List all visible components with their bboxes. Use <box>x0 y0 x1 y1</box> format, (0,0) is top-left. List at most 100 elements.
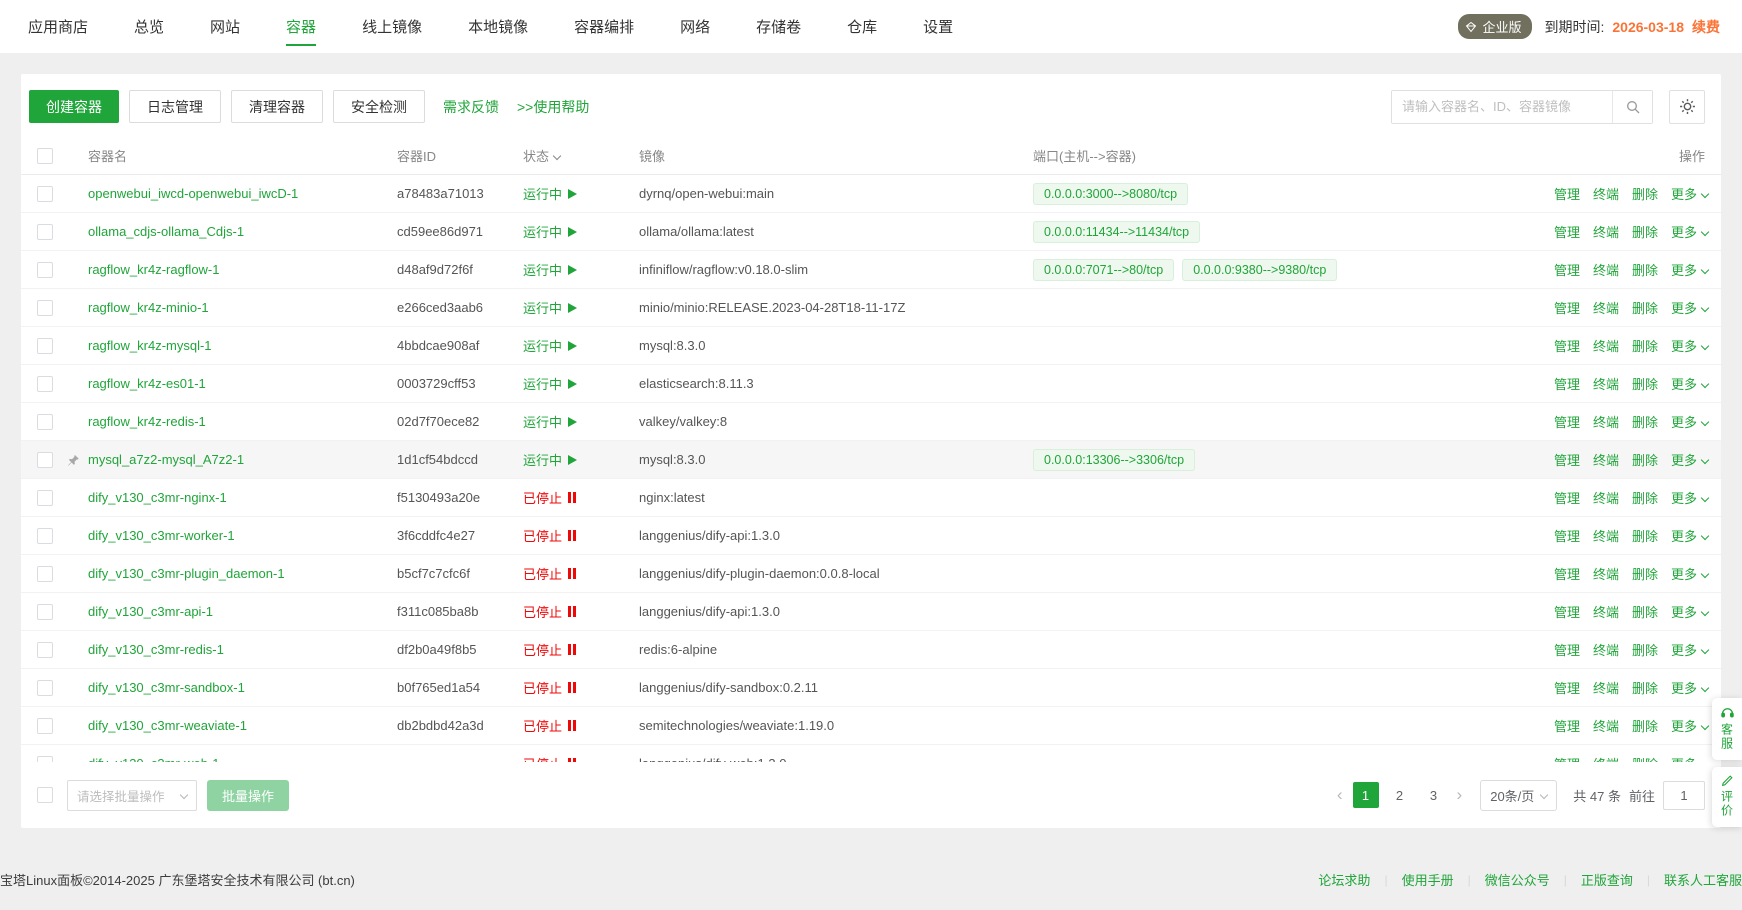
page-size-select[interactable]: 20条/页 <box>1480 780 1557 811</box>
manage-link[interactable]: 管理 <box>1554 754 1580 762</box>
row-checkbox[interactable] <box>37 528 53 544</box>
status-badge[interactable]: 运行中 <box>523 222 577 241</box>
row-checkbox[interactable] <box>37 376 53 392</box>
row-checkbox[interactable] <box>37 642 53 658</box>
renew-link[interactable]: 续费 <box>1692 17 1720 37</box>
security-check-button[interactable]: 安全检测 <box>333 90 425 123</box>
review-widget[interactable]: 评价 <box>1712 767 1742 827</box>
manage-link[interactable]: 管理 <box>1554 640 1580 659</box>
terminal-link[interactable]: 终端 <box>1593 412 1619 431</box>
manage-link[interactable]: 管理 <box>1554 678 1580 697</box>
terminal-link[interactable]: 终端 <box>1593 298 1619 317</box>
status-badge[interactable]: 运行中 <box>523 412 577 431</box>
container-name-link[interactable]: dify_v130_c3mr-plugin_daemon-1 <box>88 566 285 581</box>
container-name-link[interactable]: dify_v130_c3mr-api-1 <box>88 604 213 619</box>
terminal-link[interactable]: 终端 <box>1593 678 1619 697</box>
container-name-link[interactable]: dify_v130_c3mr-redis-1 <box>88 642 224 657</box>
more-link[interactable]: 更多 <box>1671 450 1708 469</box>
terminal-link[interactable]: 终端 <box>1593 336 1619 355</box>
more-link[interactable]: 更多 <box>1671 678 1708 697</box>
nav-tab-3[interactable]: 网站 <box>210 0 240 53</box>
more-link[interactable]: 更多 <box>1671 298 1708 317</box>
row-checkbox[interactable] <box>37 756 53 762</box>
delete-link[interactable]: 删除 <box>1632 412 1658 431</box>
terminal-link[interactable]: 终端 <box>1593 488 1619 507</box>
status-badge[interactable]: 运行中 <box>523 336 577 355</box>
batch-action-button[interactable]: 批量操作 <box>207 780 289 811</box>
nav-tab-8[interactable]: 网络 <box>680 0 710 53</box>
row-checkbox[interactable] <box>37 566 53 582</box>
terminal-link[interactable]: 终端 <box>1593 526 1619 545</box>
row-checkbox[interactable] <box>37 718 53 734</box>
row-checkbox[interactable] <box>37 262 53 278</box>
container-name-link[interactable]: dify_v130_c3mr-web-1 <box>88 756 220 762</box>
container-name-link[interactable]: mysql_a7z2-mysql_A7z2-1 <box>88 452 244 467</box>
delete-link[interactable]: 删除 <box>1632 374 1658 393</box>
manage-link[interactable]: 管理 <box>1554 488 1580 507</box>
container-name-link[interactable]: ragflow_kr4z-minio-1 <box>88 300 209 315</box>
delete-link[interactable]: 删除 <box>1632 260 1658 279</box>
row-checkbox[interactable] <box>37 490 53 506</box>
nav-tab-1[interactable]: 应用商店 <box>28 0 88 53</box>
status-badge[interactable]: 已停止 <box>523 754 576 762</box>
more-link[interactable]: 更多 <box>1671 184 1708 203</box>
goto-page-input[interactable] <box>1663 781 1705 810</box>
license-badge[interactable]: 企业版 <box>1458 14 1532 39</box>
row-checkbox[interactable] <box>37 300 53 316</box>
row-checkbox[interactable] <box>37 224 53 240</box>
row-checkbox[interactable] <box>37 414 53 430</box>
status-badge[interactable]: 已停止 <box>523 640 576 659</box>
delete-link[interactable]: 删除 <box>1632 602 1658 621</box>
row-checkbox[interactable] <box>37 452 53 468</box>
next-page-button[interactable]: › <box>1453 785 1467 805</box>
delete-link[interactable]: 删除 <box>1632 222 1658 241</box>
manage-link[interactable]: 管理 <box>1554 526 1580 545</box>
delete-link[interactable]: 删除 <box>1632 716 1658 735</box>
batch-action-select[interactable]: 请选择批量操作 <box>67 780 197 811</box>
nav-tab-11[interactable]: 设置 <box>923 0 953 53</box>
more-link[interactable]: 更多 <box>1671 602 1708 621</box>
search-input[interactable] <box>1392 91 1612 123</box>
row-checkbox[interactable] <box>37 680 53 696</box>
manage-link[interactable]: 管理 <box>1554 184 1580 203</box>
nav-tab-4[interactable]: 容器 <box>286 0 316 53</box>
delete-link[interactable]: 删除 <box>1632 564 1658 583</box>
status-badge[interactable]: 已停止 <box>523 564 576 583</box>
delete-link[interactable]: 删除 <box>1632 336 1658 355</box>
row-checkbox[interactable] <box>37 338 53 354</box>
container-name-link[interactable]: dify_v130_c3mr-sandbox-1 <box>88 680 245 695</box>
manage-link[interactable]: 管理 <box>1554 412 1580 431</box>
manage-link[interactable]: 管理 <box>1554 222 1580 241</box>
status-badge[interactable]: 已停止 <box>523 602 576 621</box>
delete-link[interactable]: 删除 <box>1632 754 1658 762</box>
manage-link[interactable]: 管理 <box>1554 260 1580 279</box>
terminal-link[interactable]: 终端 <box>1593 222 1619 241</box>
status-badge[interactable]: 运行中 <box>523 298 577 317</box>
terminal-link[interactable]: 终端 <box>1593 374 1619 393</box>
terminal-link[interactable]: 终端 <box>1593 716 1619 735</box>
status-badge[interactable]: 已停止 <box>523 526 576 545</box>
terminal-link[interactable]: 终端 <box>1593 564 1619 583</box>
footer-link-3[interactable]: 微信公众号 <box>1485 870 1550 889</box>
status-badge[interactable]: 运行中 <box>523 260 577 279</box>
create-container-button[interactable]: 创建容器 <box>29 90 119 123</box>
footer-link-2[interactable]: 使用手册 <box>1402 870 1454 889</box>
delete-link[interactable]: 删除 <box>1632 298 1658 317</box>
terminal-link[interactable]: 终端 <box>1593 184 1619 203</box>
search-button[interactable] <box>1612 91 1652 123</box>
more-link[interactable]: 更多 <box>1671 374 1708 393</box>
manage-link[interactable]: 管理 <box>1554 716 1580 735</box>
footer-link-5[interactable]: 联系人工客服 <box>1664 870 1742 889</box>
container-name-link[interactable]: ollama_cdjs-ollama_Cdjs-1 <box>88 224 244 239</box>
row-checkbox[interactable] <box>37 604 53 620</box>
row-checkbox[interactable] <box>37 186 53 202</box>
batch-select-all-checkbox[interactable] <box>37 787 53 803</box>
footer-link-1[interactable]: 论坛求助 <box>1318 870 1370 889</box>
manage-link[interactable]: 管理 <box>1554 602 1580 621</box>
more-link[interactable]: 更多 <box>1671 564 1708 583</box>
container-name-link[interactable]: dify_v130_c3mr-worker-1 <box>88 528 235 543</box>
select-all-checkbox[interactable] <box>37 148 53 164</box>
more-link[interactable]: 更多 <box>1671 412 1708 431</box>
feedback-link[interactable]: 需求反馈 <box>443 97 499 117</box>
status-badge[interactable]: 运行中 <box>523 450 577 469</box>
